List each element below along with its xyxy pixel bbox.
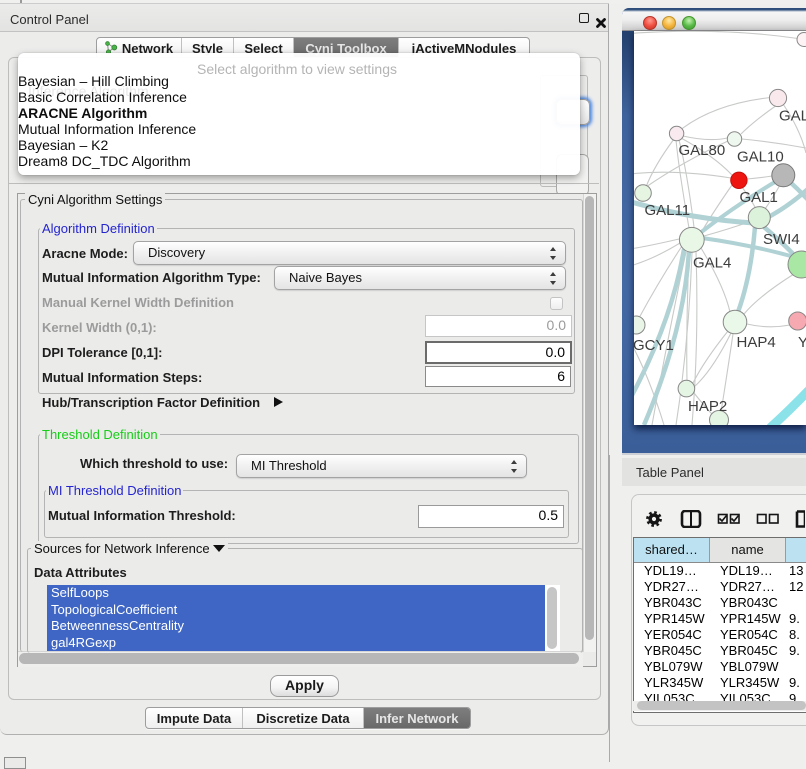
svg-text:GAL4: GAL4: [693, 255, 731, 272]
svg-text:GAL11: GAL11: [645, 202, 691, 219]
svg-text:SWI4: SWI4: [763, 231, 800, 248]
svg-text:GAL: GAL: [779, 108, 806, 125]
svg-text:GAL1: GAL1: [740, 189, 778, 206]
svg-text:GAL10: GAL10: [737, 149, 784, 166]
svg-text:GAL80: GAL80: [679, 142, 726, 159]
svg-text:GCY1: GCY1: [634, 337, 674, 354]
svg-text:Y: Y: [798, 334, 806, 351]
svg-text:HAP2: HAP2: [688, 398, 727, 415]
svg-text:HAP4: HAP4: [737, 334, 776, 351]
